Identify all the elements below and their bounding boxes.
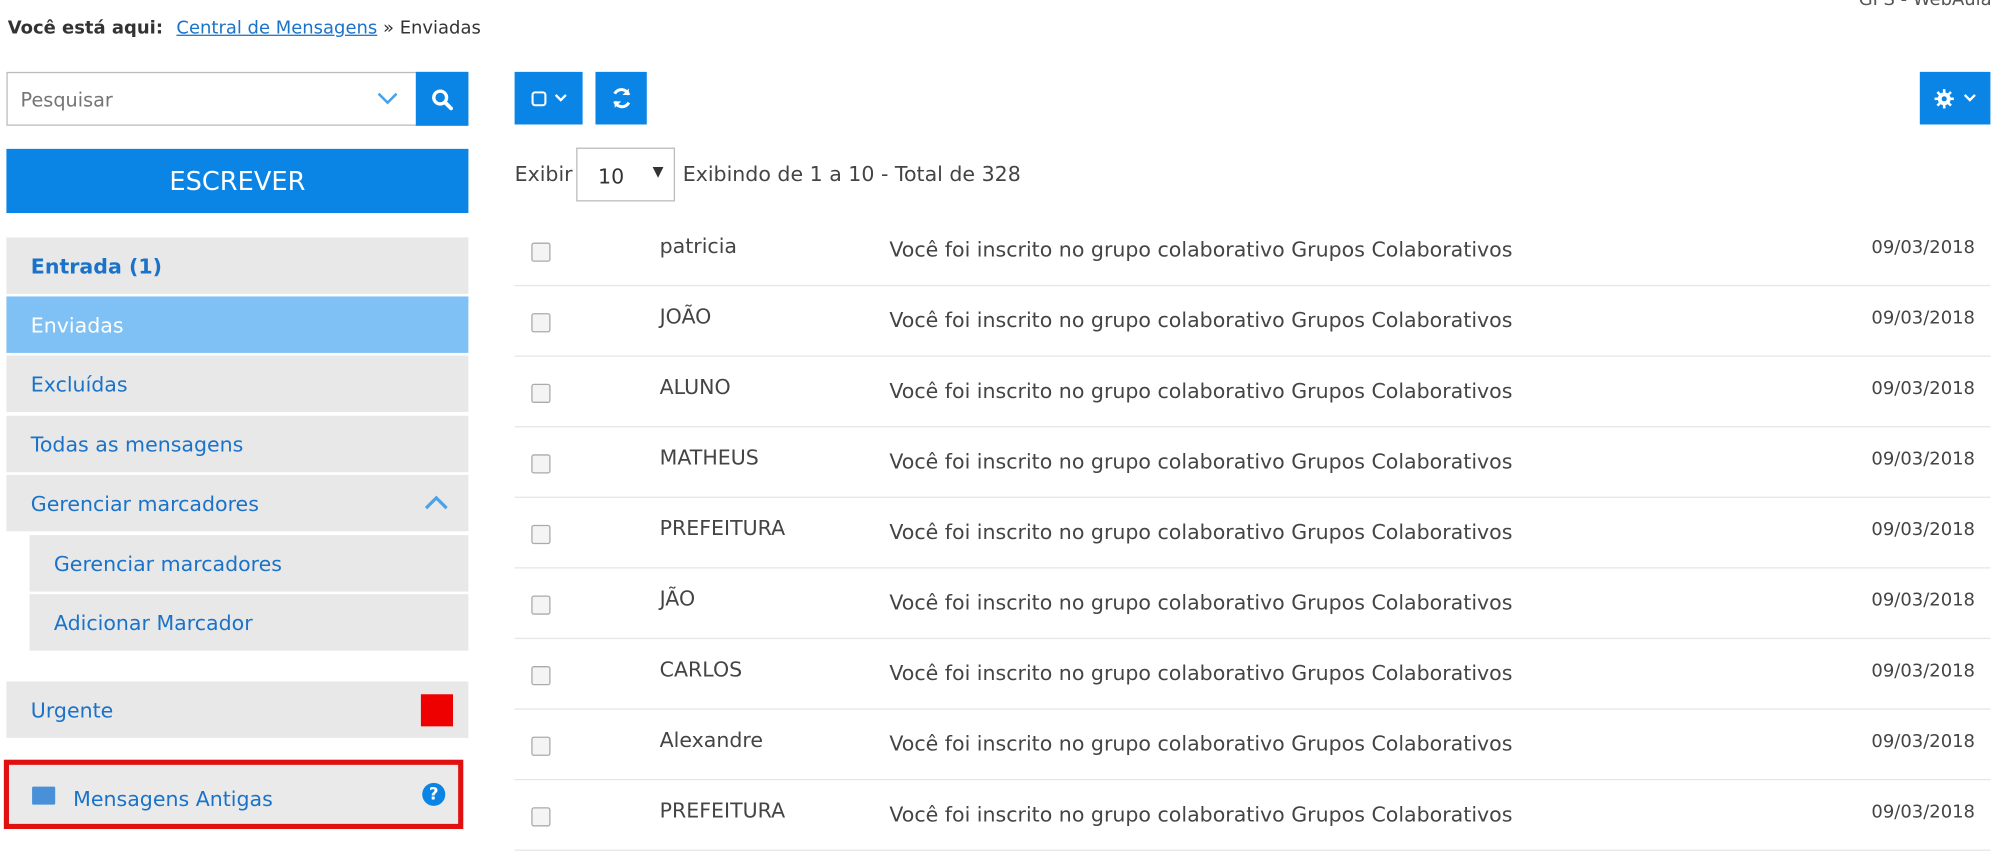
app-title: GPS - WebAula <box>1858 0 1992 11</box>
show-label: Exibir <box>514 161 573 187</box>
sidebar-item-inbox[interactable]: Entrada (1) <box>6 237 469 294</box>
row-date: 09/03/2018 <box>1871 731 1975 753</box>
chevron-down-icon <box>554 94 567 102</box>
row-date: 09/03/2018 <box>1871 802 1975 823</box>
row-checkbox[interactable] <box>531 383 551 403</box>
row-checkbox[interactable] <box>531 524 551 545</box>
label-color-swatch <box>420 694 454 727</box>
row-sender: MATHEUS <box>659 445 759 470</box>
settings-dropdown[interactable] <box>1919 71 1991 125</box>
chevron-down-icon[interactable] <box>377 86 398 110</box>
compose-button[interactable]: ESCREVER <box>6 148 469 214</box>
row-subject[interactable]: Você foi inscrito no grupo colaborativo … <box>889 449 1512 473</box>
sidebar-item-label: Gerenciar marcadores <box>30 490 259 516</box>
table-row[interactable]: ALUNO Você foi inscrito no grupo colabor… <box>514 357 1991 428</box>
row-subject[interactable]: Você foi inscrito no grupo colaborativo … <box>889 802 1512 826</box>
row-checkbox[interactable] <box>531 736 551 756</box>
sidebar-item-label: Urgente <box>30 697 114 722</box>
row-checkbox[interactable] <box>531 313 551 333</box>
per-page-select[interactable]: 10 ▼ <box>576 147 676 202</box>
table-row[interactable]: Alexandre Você foi inscrito no grupo col… <box>514 710 1991 781</box>
app-root: Você está aqui: Central de Mensagens » E… <box>0 0 2002 851</box>
caret-down-icon: ▼ <box>652 162 664 180</box>
row-sender: CARLOS <box>659 657 743 682</box>
row-subject[interactable]: Você foi inscrito no grupo colaborativo … <box>889 661 1512 685</box>
select-all-dropdown[interactable] <box>514 71 583 125</box>
row-sender: Alexandre <box>659 727 764 753</box>
sidebar-item-all-messages[interactable]: Todas as mensagens <box>6 415 469 473</box>
row-sender: PREFEITURA <box>659 515 786 541</box>
table-row[interactable]: PREFEITURA Você foi inscrito no grupo co… <box>514 780 1991 851</box>
row-checkbox[interactable] <box>531 595 551 615</box>
sidebar-item-label: Mensagens Antigas <box>73 786 273 812</box>
table-row[interactable]: JÃO Você foi inscrito no grupo colaborat… <box>514 569 1991 640</box>
row-checkbox[interactable] <box>531 454 551 474</box>
breadcrumb: Você está aqui: Central de Mensagens » E… <box>8 18 481 39</box>
row-subject[interactable]: Você foi inscrito no grupo colaborativo … <box>889 237 1512 261</box>
refresh-icon <box>612 88 630 109</box>
archive-icon <box>32 786 56 805</box>
row-sender: JÃO <box>659 586 696 611</box>
breadcrumb-current: Enviadas <box>399 17 481 39</box>
pagination-summary: Exibindo de 1 a 10 - Total de 328 <box>682 161 1021 187</box>
chevron-up-icon[interactable] <box>424 490 448 517</box>
checkbox-icon <box>530 90 546 106</box>
sidebar-item-deleted[interactable]: Excluídas <box>6 355 469 412</box>
row-checkbox[interactable] <box>531 242 551 262</box>
help-icon[interactable]: ? <box>422 782 446 806</box>
table-row[interactable]: MATHEUS Você foi inscrito no grupo colab… <box>514 427 1991 498</box>
refresh-button[interactable] <box>595 71 647 125</box>
sidebar-item-urgent[interactable]: Urgente <box>6 681 469 738</box>
row-date: 09/03/2018 <box>1871 449 1975 470</box>
table-row[interactable]: CARLOS Você foi inscrito no grupo colabo… <box>514 639 1991 710</box>
gear-icon <box>1934 88 1954 108</box>
breadcrumb-label: Você está aqui: <box>7 17 164 39</box>
row-sender: patricia <box>659 233 738 258</box>
row-sender: ALUNO <box>659 374 731 400</box>
table-row[interactable]: patricia Você foi inscrito no grupo cola… <box>514 216 1991 287</box>
sidebar-item-sent[interactable]: Enviadas <box>6 296 469 353</box>
row-subject[interactable]: Você foi inscrito no grupo colaborativo … <box>889 308 1512 332</box>
search-input[interactable] <box>7 73 396 128</box>
row-subject[interactable]: Você foi inscrito no grupo colaborativo … <box>889 520 1512 544</box>
sidebar-item-old-messages[interactable]: Mensagens Antigas ? <box>3 759 464 830</box>
search-icon <box>432 88 454 110</box>
row-date: 09/03/2018 <box>1871 519 1975 541</box>
row-sender: PREFEITURA <box>659 798 786 823</box>
table-row[interactable]: PREFEITURA Você foi inscrito no grupo co… <box>514 498 1991 569</box>
search-box <box>6 71 469 128</box>
per-page-value: 10 <box>598 164 625 189</box>
sidebar-item-manage-labels[interactable]: Gerenciar marcadores <box>6 474 469 532</box>
table-row[interactable]: JOÃO Você foi inscrito no grupo colabora… <box>514 286 1991 357</box>
sidebar-subitem-add-label[interactable]: Adicionar Marcador <box>29 594 469 651</box>
row-date: 09/03/2018 <box>1871 378 1975 400</box>
row-checkbox[interactable] <box>531 807 551 827</box>
row-sender: JOÃO <box>659 304 712 329</box>
search-button[interactable] <box>415 71 469 126</box>
row-date: 09/03/2018 <box>1871 307 1975 329</box>
row-checkbox[interactable] <box>531 666 551 686</box>
row-subject[interactable]: Você foi inscrito no grupo colaborativo … <box>889 379 1512 403</box>
chevron-down-icon <box>1963 94 1976 102</box>
breadcrumb-link-central[interactable]: Central de Mensagens <box>176 18 377 39</box>
row-subject[interactable]: Você foi inscrito no grupo colaborativo … <box>889 590 1512 614</box>
row-date: 09/03/2018 <box>1871 660 1975 682</box>
row-date: 09/03/2018 <box>1871 590 1975 611</box>
row-date: 09/03/2018 <box>1871 237 1975 258</box>
row-subject[interactable]: Você foi inscrito no grupo colaborativo … <box>889 731 1512 755</box>
sidebar-subitem-manage-labels[interactable]: Gerenciar marcadores <box>29 535 469 592</box>
breadcrumb-separator: » <box>382 17 394 39</box>
